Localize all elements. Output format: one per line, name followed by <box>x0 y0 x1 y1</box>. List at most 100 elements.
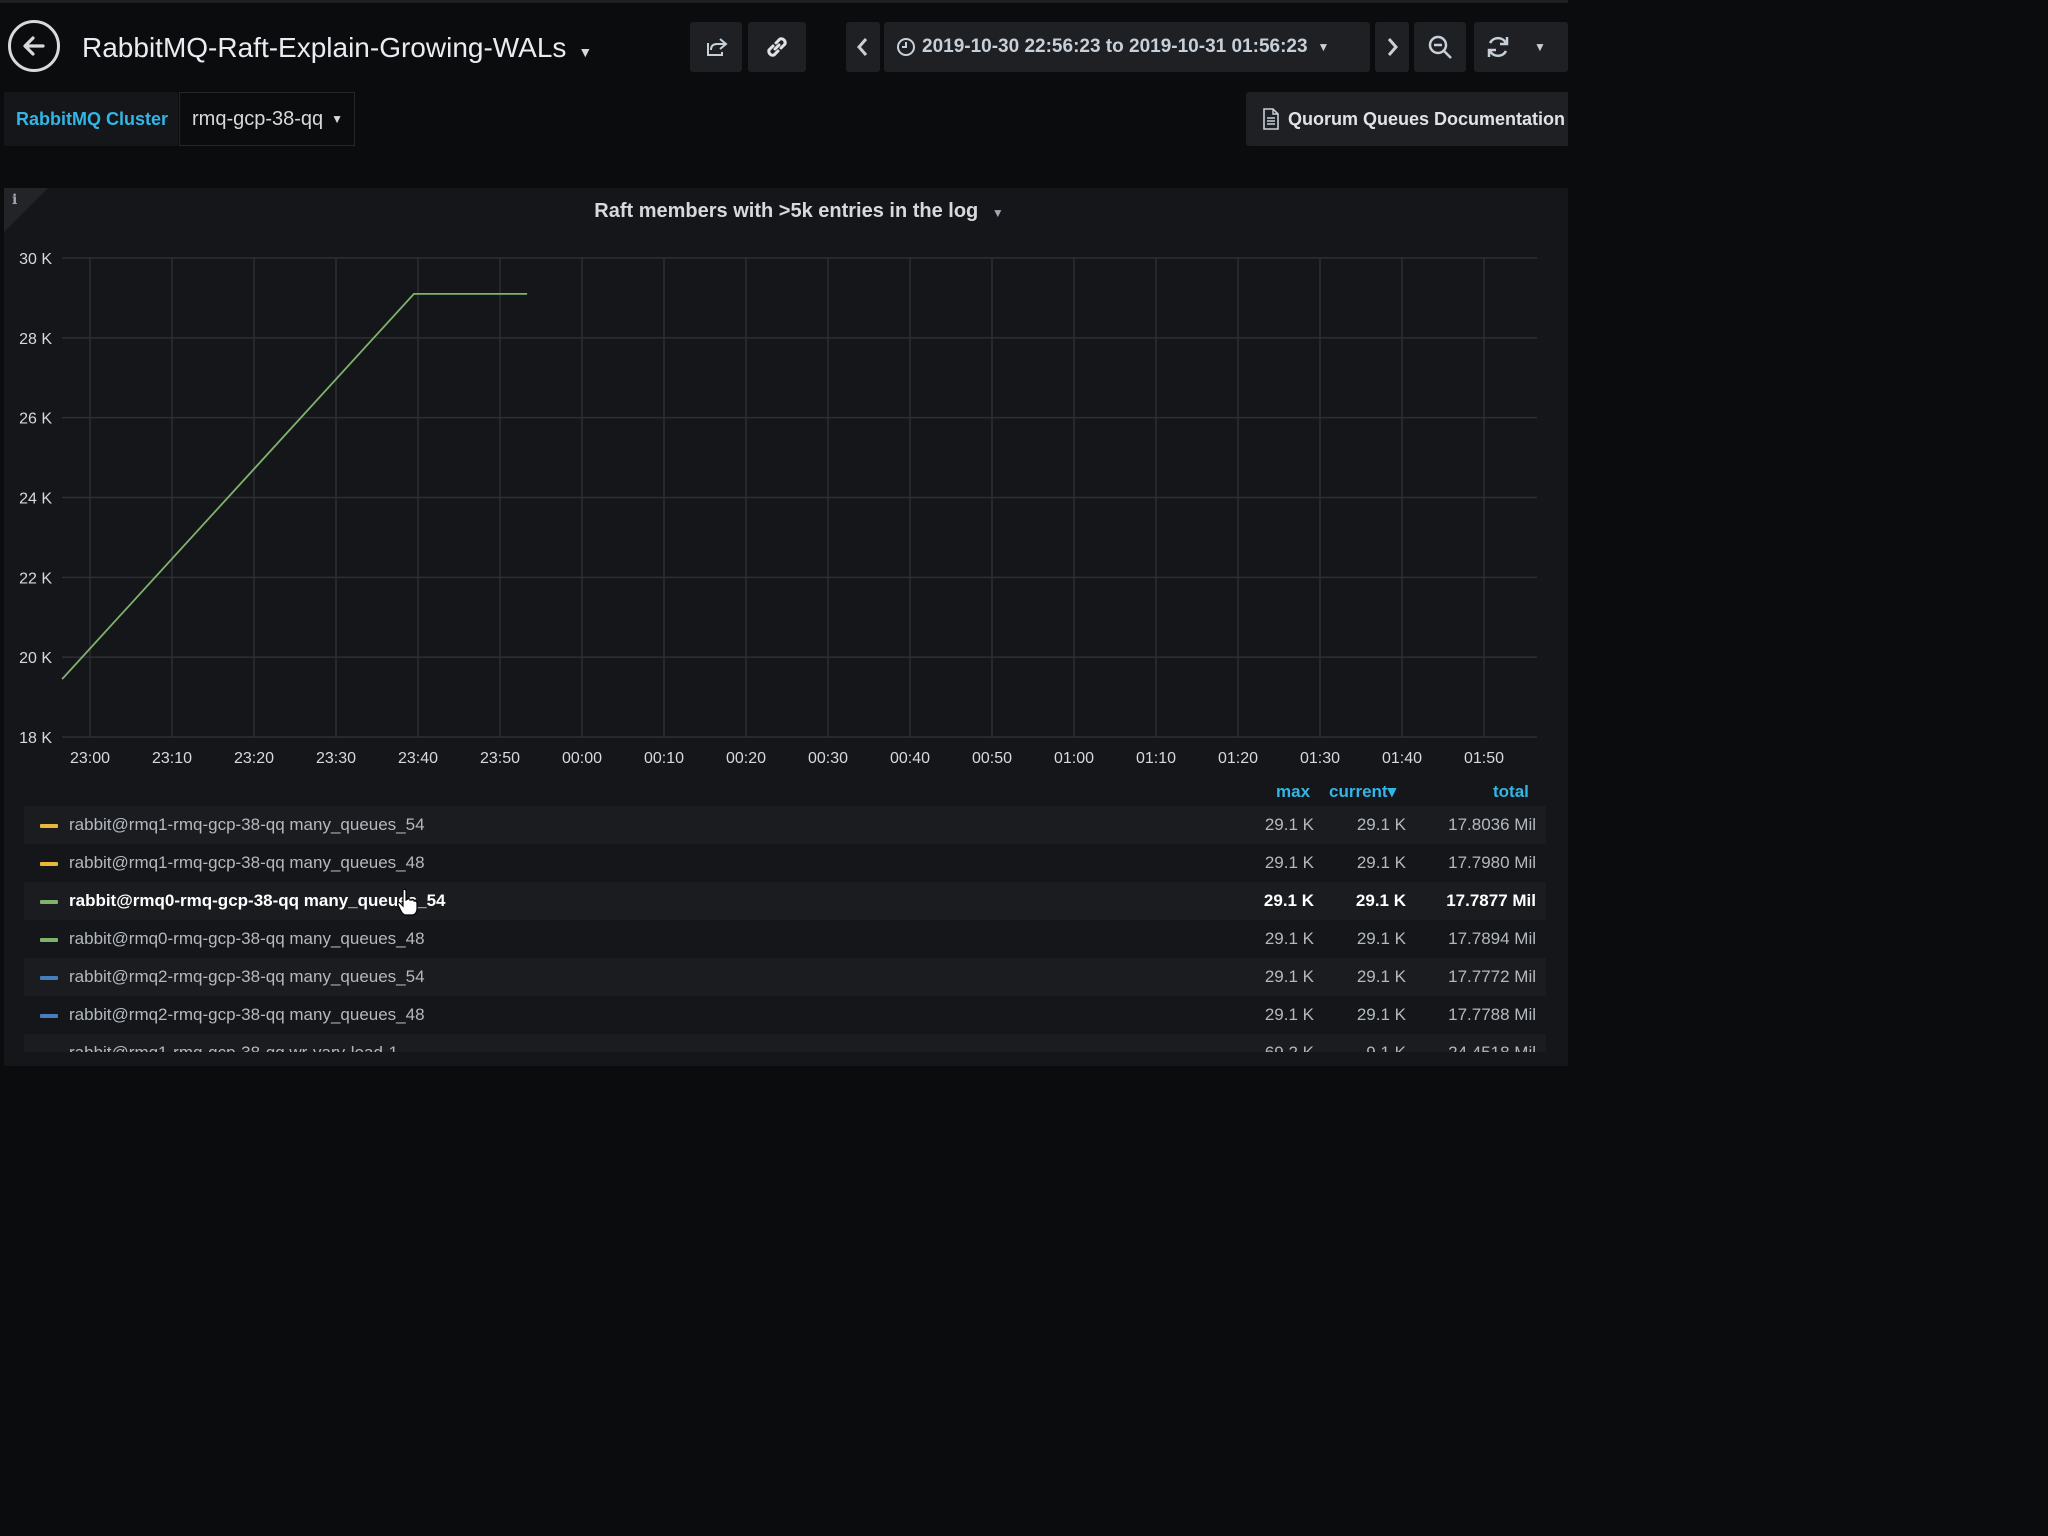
y-tick-label: 20 K <box>19 650 52 667</box>
x-tick-label: 00:20 <box>726 750 766 767</box>
document-icon <box>1263 108 1279 130</box>
time-range-text: 2019-10-30 22:56:23 to 2019-10-31 01:56:… <box>922 36 1308 57</box>
legend-row[interactable]: rabbit@rmq1-rmq-gcp-38-qq many_queues_54… <box>24 806 1546 844</box>
x-tick-label: 01:40 <box>1382 750 1422 767</box>
legend-current-value: 29.1 K <box>1356 815 1406 834</box>
y-tick-label: 30 K <box>19 251 52 268</box>
x-tick-label: 23:00 <box>70 750 110 767</box>
share-icon <box>707 38 728 56</box>
x-tick-label: 01:50 <box>1464 750 1504 767</box>
legend-series-color[interactable] <box>40 1014 58 1018</box>
copy-link-button[interactable] <box>748 22 806 72</box>
chevron-left-icon <box>857 38 868 56</box>
time-back-button[interactable] <box>846 22 880 72</box>
refresh-button[interactable]: ▼ <box>1474 22 1568 72</box>
legend-table: rabbit@rmq1-rmq-gcp-38-qq many_queues_54… <box>24 806 1546 1052</box>
legend-total-value: 17.7772 Mil <box>1448 967 1536 986</box>
x-tick-label: 23:40 <box>398 750 438 767</box>
series-line <box>61 293 528 680</box>
link-icon <box>767 37 787 57</box>
refresh-interval-caret-icon[interactable]: ▼ <box>1534 40 1546 54</box>
legend-total-value: 17.8036 Mil <box>1448 815 1536 834</box>
legend-series-color[interactable] <box>40 938 58 942</box>
legend-series-color[interactable] <box>40 900 58 904</box>
legend-current-value: 29.1 K <box>1355 891 1406 910</box>
legend-total-value: 17.7894 Mil <box>1448 929 1536 948</box>
zoom-out-button[interactable] <box>1414 22 1466 72</box>
legend-series-name: rabbit@rmq2-rmq-gcp-38-qq many_queues_54 <box>69 967 425 986</box>
legend-max-value: 29.1 K <box>1263 891 1314 910</box>
legend-max-value: 29.1 K <box>1264 929 1314 948</box>
legend-series-name: rabbit@rmq1-rmq-gcp-38-qq many_queues_48 <box>69 853 425 872</box>
back-button[interactable] <box>8 20 60 72</box>
legend-max-value: 69.2 K <box>1265 1043 1314 1052</box>
legend-header-current[interactable]: current▾ <box>1329 782 1396 802</box>
legend-current-value: 29.1 K <box>1356 967 1406 986</box>
x-tick-label: 23:10 <box>152 750 192 767</box>
legend-max-value: 29.1 K <box>1264 815 1314 834</box>
doc-link-label: Quorum Queues Documentation <box>1288 108 1566 129</box>
legend-total-value: 17.7877 Mil <box>1446 891 1536 910</box>
legend-series-name: rabbit@rmq1-rmq-gcp-38-qq wr-vary-load-1 <box>69 1043 398 1052</box>
x-tick-label: 01:10 <box>1136 750 1176 767</box>
line-chart[interactable]: 18 K 20 K 22 K 24 K 26 K 28 K 30 K 23:00 23:10 23… <box>0 188 1568 778</box>
legend-header-total[interactable]: total <box>1493 782 1529 802</box>
x-tick-label: 23:30 <box>316 750 356 767</box>
legend-series-color[interactable] <box>40 824 58 828</box>
x-tick-label: 00:10 <box>644 750 684 767</box>
legend-series-name: rabbit@rmq0-rmq-gcp-38-qq many_queues_48 <box>69 929 425 948</box>
legend-current-value: 9.1 K <box>1366 1043 1406 1052</box>
legend-total-value: 17.7788 Mil <box>1448 1005 1536 1024</box>
legend-total-value: 17.7980 Mil <box>1448 853 1536 872</box>
dashboard-title-dropdown[interactable]: RabbitMQ-Raft-Explain-Growing-WALs ▼ <box>82 28 592 68</box>
legend-header-max[interactable]: max <box>1276 782 1310 802</box>
legend-series-name: rabbit@rmq0-rmq-gcp-38-qq many_queues_54 <box>69 891 446 910</box>
caret-down-icon: ▼ <box>578 44 593 60</box>
x-tick-label: 23:50 <box>480 750 520 767</box>
time-range-picker[interactable]: 2019-10-30 22:56:23 to 2019-10-31 01:56:… <box>884 22 1370 72</box>
legend-row[interactable]: rabbit@rmq2-rmq-gcp-38-qq many_queues_54… <box>24 958 1546 996</box>
y-tick-label: 22 K <box>19 570 52 587</box>
caret-down-icon: ▼ <box>331 112 344 126</box>
x-tick-label: 01:00 <box>1054 750 1094 767</box>
share-button[interactable] <box>690 22 742 72</box>
y-tick-label: 28 K <box>19 331 52 348</box>
legend-current-value: 29.1 K <box>1356 853 1406 872</box>
y-tick-label: 24 K <box>19 491 52 508</box>
legend-total-value: 24.4518 Mil <box>1448 1043 1536 1052</box>
legend-series-color[interactable] <box>40 976 58 980</box>
legend-row[interactable]: rabbit@rmq0-rmq-gcp-38-qq many_queues_54… <box>24 882 1546 920</box>
legend-series-name: rabbit@rmq1-rmq-gcp-38-qq many_queues_54 <box>69 815 425 834</box>
legend-series-color[interactable] <box>40 862 58 866</box>
x-tick-label: 00:50 <box>972 750 1012 767</box>
y-tick-label: 18 K <box>19 730 52 747</box>
legend-current-value: 29.1 K <box>1356 1005 1406 1024</box>
legend-max-value: 29.1 K <box>1264 1005 1314 1024</box>
x-tick-label: 00:30 <box>808 750 848 767</box>
dashboard-title: RabbitMQ-Raft-Explain-Growing-WALs <box>82 32 567 63</box>
chevron-right-icon <box>1387 38 1398 56</box>
y-tick-label: 26 K <box>19 411 52 428</box>
quorum-queues-doc-link[interactable]: Quorum Queues Documentation <box>1246 92 1568 146</box>
legend-max-value: 29.1 K <box>1264 967 1314 986</box>
legend-series-name: rabbit@rmq2-rmq-gcp-38-qq many_queues_48 <box>69 1005 425 1024</box>
refresh-icon <box>1487 36 1509 58</box>
cluster-variable-select[interactable]: rmq-gcp-38-qq ▼ <box>179 92 355 146</box>
legend-row[interactable]: rabbit@rmq2-rmq-gcp-38-qq many_queues_48… <box>24 996 1546 1034</box>
x-tick-label: 00:00 <box>562 750 602 767</box>
legend-row[interactable]: rabbit@rmq1-rmq-gcp-38-qq many_queues_48… <box>24 844 1546 882</box>
zoom-out-icon <box>1428 35 1452 59</box>
caret-down-icon: ▼ <box>1317 40 1330 54</box>
x-tick-label: 00:40 <box>890 750 930 767</box>
hand-cursor-icon <box>397 888 418 916</box>
legend-current-value: 29.1 K <box>1356 929 1406 948</box>
cluster-variable-value: rmq-gcp-38-qq <box>192 107 324 130</box>
legend-row[interactable]: rabbit@rmq0-rmq-gcp-38-qq many_queues_48… <box>24 920 1546 958</box>
top-border <box>0 0 1568 3</box>
variable-label: RabbitMQ Cluster <box>4 92 178 146</box>
x-tick-label: 01:30 <box>1300 750 1340 767</box>
arrow-left-icon <box>23 36 45 56</box>
clock-icon <box>897 38 915 56</box>
legend-row[interactable]: rabbit@rmq1-rmq-gcp-38-qq wr-vary-load-1… <box>24 1034 1546 1052</box>
time-forward-button[interactable] <box>1375 22 1409 72</box>
